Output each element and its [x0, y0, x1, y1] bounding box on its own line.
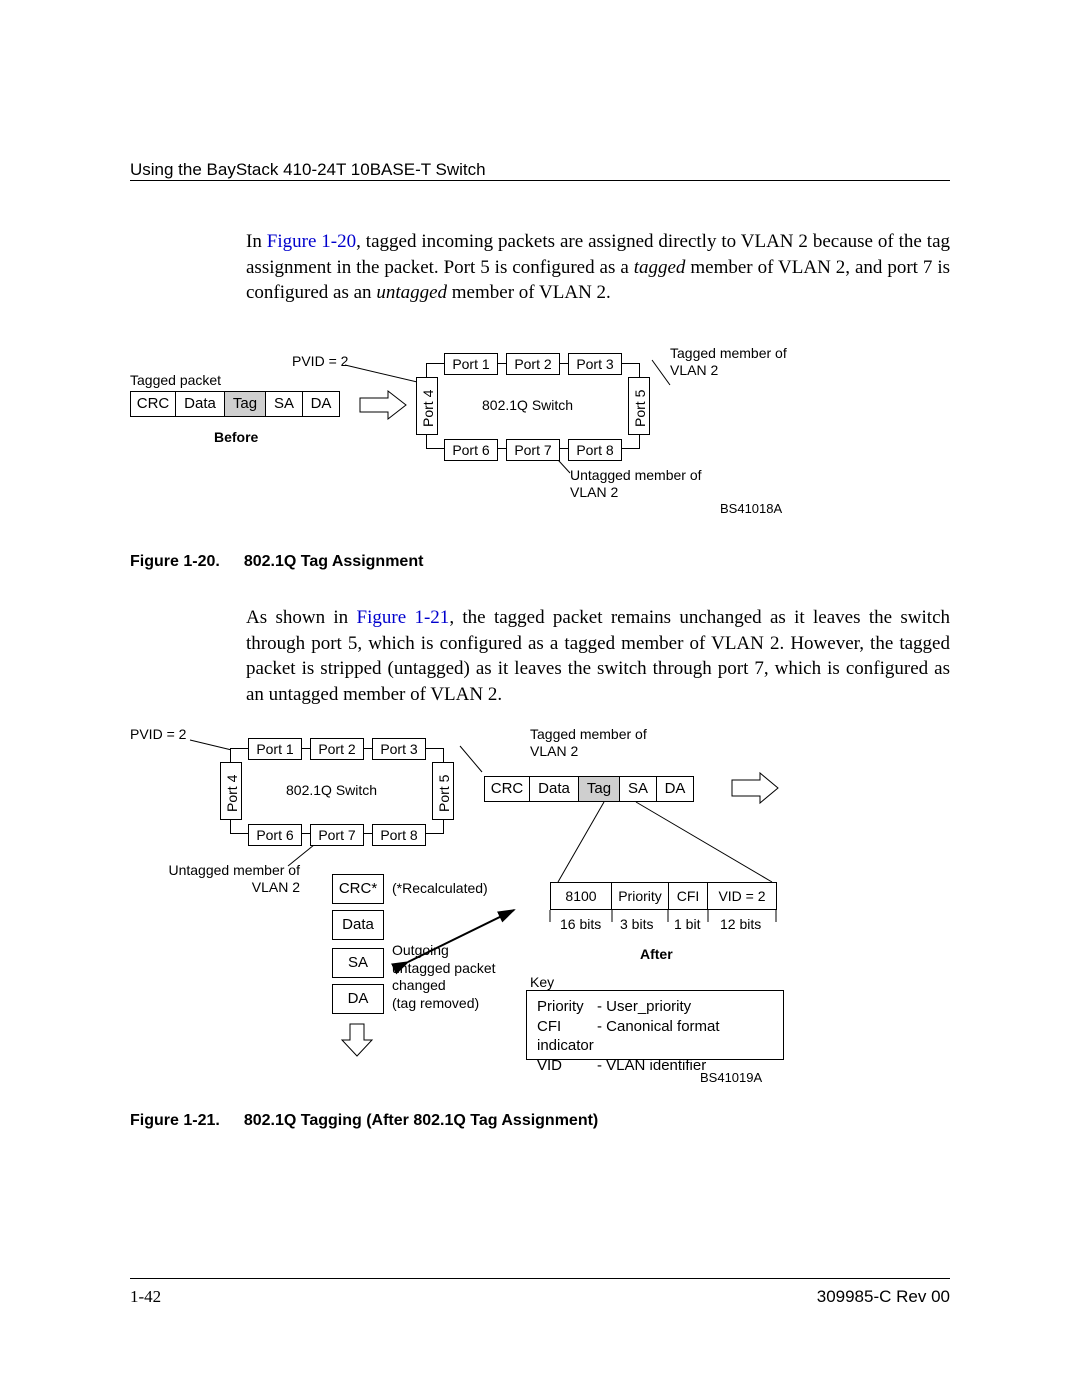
- pkt3-crcstar: CRC*: [332, 874, 384, 904]
- label-pvid: PVID = 2: [292, 353, 348, 369]
- tag-8100: 8100: [550, 882, 612, 910]
- paragraph-1: In Figure 1-20, tagged incoming packets …: [246, 229, 950, 306]
- text: As shown in: [246, 607, 357, 628]
- port-8: Port 8: [568, 439, 622, 461]
- pkt-tag: Tag: [224, 391, 266, 417]
- rule-bottom: [130, 1278, 950, 1279]
- key-box: Priority- User_priority CFI- Canonical f…: [526, 990, 784, 1060]
- text-italic: tagged: [634, 257, 686, 278]
- text-italic: untagged: [376, 282, 447, 303]
- port-5b-label: Port 5: [436, 775, 452, 812]
- t: untagged packet: [392, 960, 496, 976]
- port-1: Port 1: [444, 353, 498, 375]
- label-before: Before: [214, 429, 258, 445]
- port-6: Port 6: [444, 439, 498, 461]
- port-2b: Port 2: [310, 738, 364, 760]
- tag-priority: Priority: [611, 882, 669, 910]
- k: - VLAN identifier: [597, 1057, 706, 1074]
- text: member of VLAN 2.: [447, 282, 611, 303]
- k: VID: [537, 1056, 597, 1076]
- port-3: Port 3: [568, 353, 622, 375]
- text: In: [246, 231, 267, 252]
- label-key-title: Key: [530, 974, 554, 990]
- pkt-da: DA: [302, 391, 340, 417]
- footer-doc-id: 309985-C Rev 00: [817, 1287, 950, 1307]
- bits-12: 12 bits: [720, 916, 761, 932]
- t: Outgoing: [392, 942, 449, 958]
- k: - User_priority: [597, 998, 691, 1015]
- label-after: After: [640, 946, 673, 962]
- pkt3-da: DA: [332, 984, 384, 1014]
- pkt2-tag: Tag: [578, 776, 620, 802]
- port-2: Port 2: [506, 353, 560, 375]
- caption-figure-1-20: Figure 1-20. 802.1Q Tag Assignment: [130, 553, 950, 571]
- running-head: Using the BayStack 410-24T 10BASE-T Swit…: [130, 160, 950, 180]
- k: CFI: [537, 1017, 597, 1037]
- port-1b: Port 1: [248, 738, 302, 760]
- label-tagged-member-2: Tagged member of VLAN 2: [530, 726, 660, 760]
- footer-page-number: 1-42: [130, 1287, 161, 1307]
- label-untagged-member: Untagged member of VLAN 2: [570, 467, 720, 501]
- caption-title: 802.1Q Tag Assignment: [244, 553, 424, 570]
- port-7: Port 7: [506, 439, 560, 461]
- figure-1-21: PVID = 2 802.1Q Switch Port 1 Port 2 Por…: [130, 726, 950, 1106]
- pkt2-data: Data: [529, 776, 579, 802]
- paragraph-2: As shown in Figure 1-21, the tagged pack…: [246, 605, 950, 708]
- label-recalc: (*Recalculated): [392, 880, 488, 896]
- port-4b-label: Port 4: [224, 775, 240, 812]
- port-8b: Port 8: [372, 824, 426, 846]
- switch-label: 802.1Q Switch: [482, 397, 573, 413]
- port-4-label: Port 4: [420, 390, 436, 427]
- tag-vid: VID = 2: [707, 882, 777, 910]
- switch-label-2: 802.1Q Switch: [286, 782, 377, 798]
- label-tagged-member: Tagged member of VLAN 2: [670, 345, 800, 379]
- label-untagged-member-2: Untagged member of VLAN 2: [160, 862, 300, 896]
- pkt2-sa: SA: [619, 776, 657, 802]
- link-figure-1-21[interactable]: Figure 1-21: [357, 607, 450, 628]
- pkt2-da: DA: [656, 776, 694, 802]
- label-tagged-packet: Tagged packet: [130, 372, 221, 388]
- bits-16: 16 bits: [560, 916, 601, 932]
- port-5-label: Port 5: [632, 390, 648, 427]
- caption-figure-1-21: Figure 1-21. 802.1Q Tagging (After 802.1Q…: [130, 1112, 950, 1130]
- label-outgoing: Outgoing untagged packet changed (tag re…: [392, 942, 496, 1012]
- rule-top: [130, 180, 950, 181]
- label-fig-code-2: BS41019A: [700, 1070, 762, 1085]
- pkt3-sa: SA: [332, 948, 384, 978]
- pkt-data: Data: [175, 391, 225, 417]
- t: changed: [392, 977, 446, 993]
- caption-num: Figure 1-21.: [130, 1112, 220, 1129]
- port-3b: Port 3: [372, 738, 426, 760]
- link-figure-1-20[interactable]: Figure 1-20: [267, 231, 356, 252]
- t: (tag removed): [392, 995, 479, 1011]
- tag-cfi: CFI: [668, 882, 708, 910]
- pkt-crc: CRC: [130, 391, 176, 417]
- port-6b: Port 6: [248, 824, 302, 846]
- label-fig-code-1: BS41018A: [720, 501, 782, 516]
- pkt-sa: SA: [265, 391, 303, 417]
- pkt3-data: Data: [332, 910, 384, 940]
- k: Priority: [537, 997, 597, 1017]
- port-7b: Port 7: [310, 824, 364, 846]
- bits-3: 3 bits: [620, 916, 653, 932]
- pkt2-crc: CRC: [484, 776, 530, 802]
- figure-1-20: PVID = 2 Tagged packet CRC Data Tag SA D…: [130, 325, 950, 535]
- caption-title: 802.1Q Tagging (After 802.1Q Tag Assignm…: [244, 1112, 598, 1129]
- label-pvid-2: PVID = 2: [130, 726, 186, 742]
- caption-num: Figure 1-20.: [130, 553, 220, 570]
- bits-1: 1 bit: [674, 916, 700, 932]
